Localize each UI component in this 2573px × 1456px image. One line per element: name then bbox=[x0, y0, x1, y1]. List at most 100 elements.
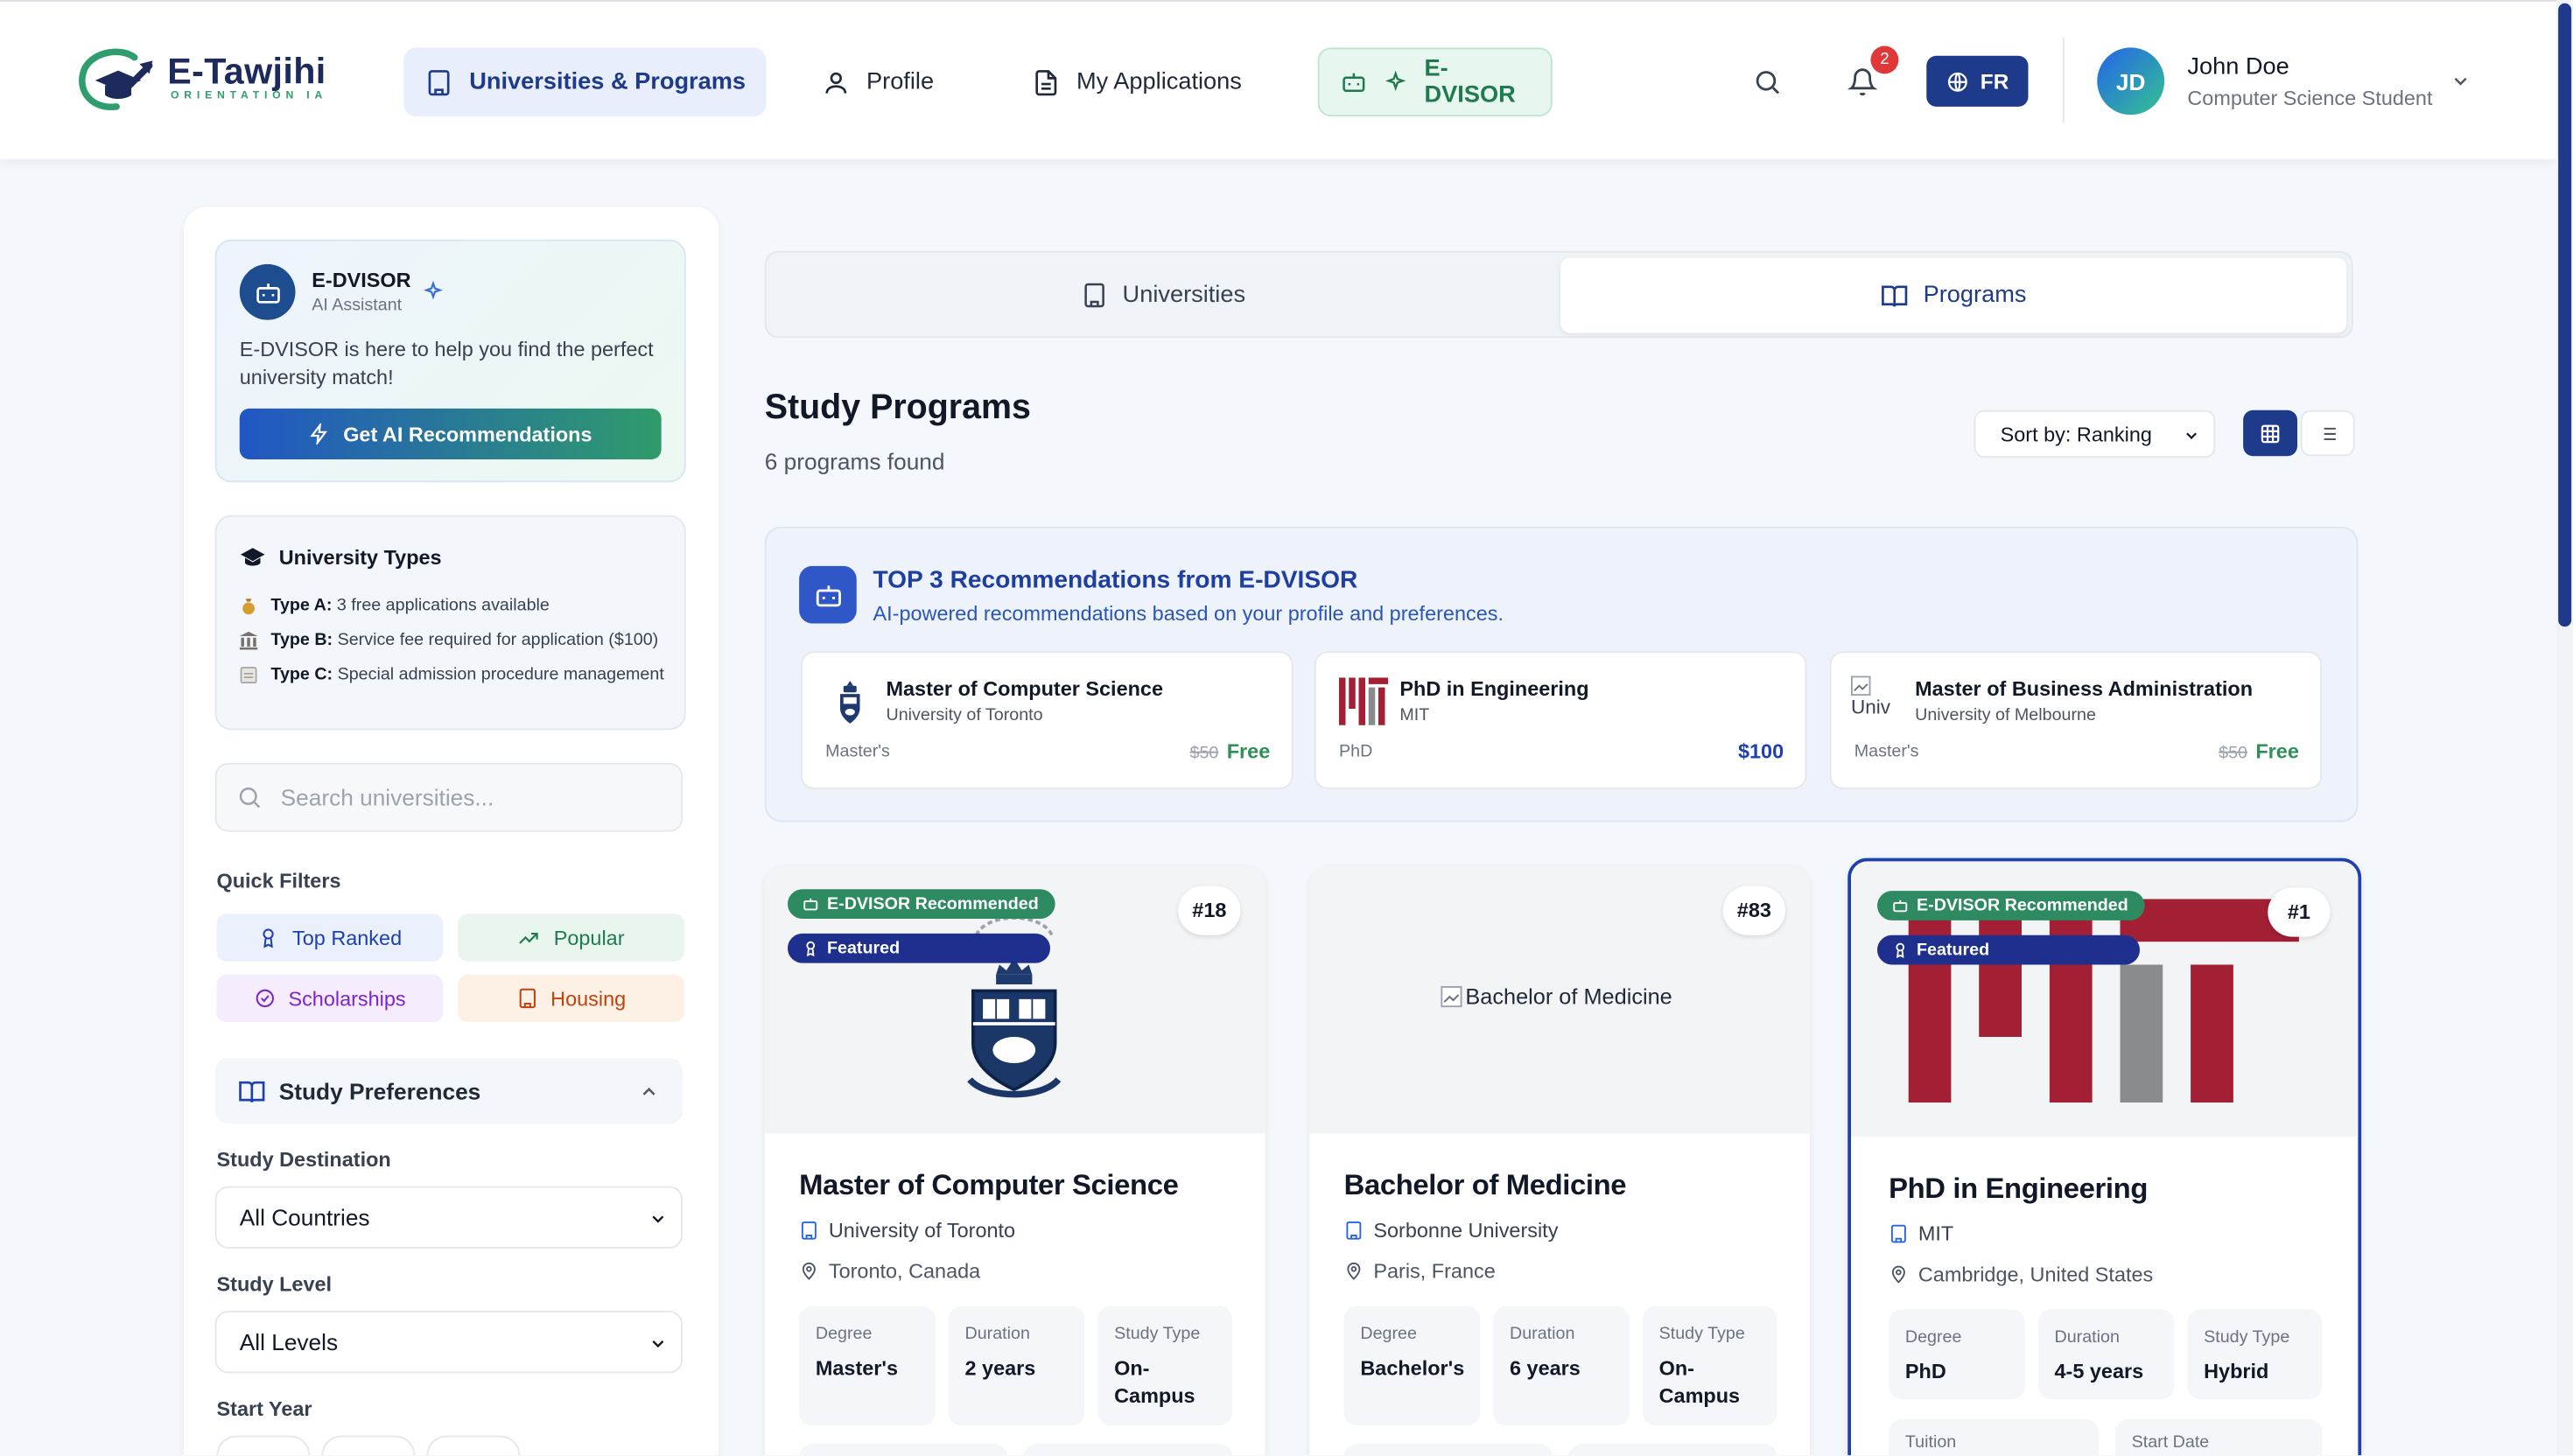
nav-universities-programs[interactable]: Universities & Programs bbox=[403, 47, 768, 117]
recommendation-card[interactable]: PhD in Engineering MIT PhD $100 bbox=[1314, 651, 1807, 789]
building-icon bbox=[1082, 283, 1108, 309]
program-name[interactable]: Bachelor of Medicine bbox=[1344, 1168, 1627, 1202]
view-tabs: Universities Programs bbox=[764, 250, 2353, 339]
study-preferences-toggle[interactable]: Study Preferences bbox=[214, 1058, 683, 1124]
robot-icon bbox=[799, 565, 857, 624]
recommendation-price: $50 Free bbox=[2219, 739, 2299, 763]
recommendation-card[interactable]: Master of Computer Science University of… bbox=[801, 651, 1294, 789]
broken-image-logo: Univ bbox=[1851, 676, 1900, 725]
broken-image-icon bbox=[1851, 676, 1871, 696]
recommendation-card[interactable]: Univ Master of Business Administration U… bbox=[1829, 651, 2323, 789]
recommendations-subtitle: AI-powered recommendations based on your… bbox=[873, 602, 1504, 626]
recommendation-price: $50 Free bbox=[1189, 739, 1271, 763]
rank-badge: #18 bbox=[1178, 886, 1241, 935]
list-icon bbox=[2317, 423, 2338, 444]
lightning-icon bbox=[309, 423, 330, 445]
sparkles-icon bbox=[422, 280, 445, 304]
search-input[interactable] bbox=[277, 782, 662, 813]
edvisor-card: E-DVISOR AI Assistant E-DVISOR is here t… bbox=[214, 239, 686, 483]
user-name[interactable]: John Doe bbox=[2187, 54, 2289, 80]
search-universities[interactable] bbox=[214, 762, 683, 832]
edvisor-name: E-DVISOR bbox=[312, 269, 411, 292]
user-icon bbox=[822, 68, 850, 96]
notification-badge: 2 bbox=[1870, 46, 1899, 74]
nav-label: My Applications bbox=[1076, 68, 1242, 95]
detail-tile bbox=[1343, 1444, 1553, 1456]
program-university: Sorbonne University bbox=[1344, 1219, 1558, 1242]
get-ai-recommendations-button[interactable]: Get AI Recommendations bbox=[239, 408, 662, 459]
nav-label: Universities & Programs bbox=[469, 68, 747, 95]
broken-image-icon bbox=[1441, 985, 1462, 1008]
chevron-up-icon bbox=[638, 1081, 659, 1102]
globe-icon bbox=[1946, 70, 1968, 93]
avatar[interactable]: JD bbox=[2097, 47, 2165, 116]
edvisor-message: E-DVISOR is here to help you find the pe… bbox=[239, 338, 654, 389]
nav-my-applications[interactable]: My Applications bbox=[1011, 47, 1263, 116]
program-location: Paris, France bbox=[1344, 1260, 1496, 1283]
grid-view-button[interactable] bbox=[2243, 410, 2297, 457]
document-icon bbox=[1032, 68, 1060, 96]
recommendation-name: PhD in Engineering bbox=[1399, 677, 1589, 701]
top-header: E-Tawjihi ORIENTATION IA Universities & … bbox=[0, 0, 2557, 159]
filter-top-ranked[interactable]: Top Ranked bbox=[216, 914, 444, 962]
button-label: Get AI Recommendations bbox=[343, 422, 592, 446]
map-pin-icon bbox=[1344, 1262, 1364, 1282]
language-button[interactable]: FR bbox=[1926, 55, 2029, 107]
featured-badge: Featured bbox=[788, 933, 1050, 963]
tab-universities[interactable]: Universities bbox=[769, 257, 1557, 332]
clipboard-icon bbox=[240, 666, 258, 684]
start-year-chip[interactable] bbox=[216, 1435, 311, 1456]
recommended-badge: E-DVISOR Recommended bbox=[1877, 891, 2145, 920]
nav-edvisor[interactable]: E-DVISOR bbox=[1317, 47, 1553, 117]
chevron-down-icon[interactable] bbox=[2450, 71, 2471, 92]
recommendation-degree: Master's bbox=[825, 741, 890, 762]
university-toronto-logo bbox=[840, 681, 860, 724]
user-role: Computer Science Student bbox=[2187, 87, 2433, 110]
recommendation-university: MIT bbox=[1399, 705, 1430, 725]
recommendation-name: Master of Computer Science bbox=[886, 677, 1163, 701]
check-circle-icon bbox=[254, 988, 275, 1009]
list-view-button[interactable] bbox=[2300, 410, 2355, 457]
edvisor-role: AI Assistant bbox=[312, 295, 403, 316]
sort-select[interactable]: Sort by: Ranking bbox=[1974, 410, 2216, 458]
program-card[interactable]: Bachelor of Medicine #83 Bachelor of Med… bbox=[1309, 866, 1811, 1456]
program-card[interactable]: E-DVISOR Recommended Featured #1 PhD in … bbox=[1847, 858, 2362, 1456]
program-card[interactable]: E-DVISOR Recommended Featured #18 Master… bbox=[764, 866, 1265, 1456]
start-year-chip[interactable] bbox=[321, 1435, 416, 1456]
study-destination-label: Study Destination bbox=[216, 1148, 391, 1172]
chevron-down-icon bbox=[2183, 427, 2201, 445]
results-count: 6 programs found bbox=[764, 447, 945, 474]
scrollbar-thumb[interactable] bbox=[2558, 3, 2572, 627]
book-open-icon bbox=[238, 1077, 266, 1105]
filter-housing[interactable]: Housing bbox=[458, 974, 684, 1023]
filter-popular[interactable]: Popular bbox=[458, 914, 684, 962]
chevron-down-icon bbox=[649, 1209, 669, 1229]
study-type-tile: Study Type Hybrid bbox=[2187, 1309, 2323, 1400]
search-icon[interactable] bbox=[1749, 64, 1785, 100]
start-date-tile: Start Date bbox=[2114, 1418, 2323, 1456]
logo-icon bbox=[79, 48, 153, 110]
map-pin-icon bbox=[1889, 1265, 1909, 1285]
program-location: Cambridge, United States bbox=[1889, 1264, 2153, 1286]
start-year-chip[interactable] bbox=[426, 1435, 521, 1456]
study-level-select[interactable]: All Levels bbox=[214, 1311, 683, 1374]
robot-icon bbox=[239, 263, 296, 320]
degree-tile: Degree Master's bbox=[799, 1306, 936, 1426]
program-name[interactable]: Master of Computer Science bbox=[799, 1168, 1179, 1202]
study-destination-select[interactable]: All Countries bbox=[214, 1186, 683, 1249]
university-types-card: University Types Type A: 3 free applicat… bbox=[214, 514, 686, 731]
logo[interactable]: E-Tawjihi ORIENTATION IA bbox=[73, 41, 335, 116]
tab-programs[interactable]: Programs bbox=[1560, 257, 2347, 333]
mit-logo bbox=[1339, 677, 1389, 725]
header-divider bbox=[2062, 38, 2065, 123]
robot-icon bbox=[1892, 898, 1909, 914]
award-icon bbox=[258, 927, 279, 948]
building-icon bbox=[799, 1221, 819, 1241]
robot-icon bbox=[803, 896, 819, 913]
recommendation-name: Master of Business Administration bbox=[1915, 677, 2254, 701]
start-year-label: Start Year bbox=[216, 1397, 312, 1421]
type-c-row: Type C: Special admission procedure mana… bbox=[240, 664, 670, 685]
filter-scholarships[interactable]: Scholarships bbox=[216, 974, 444, 1023]
nav-profile[interactable]: Profile bbox=[801, 47, 955, 116]
program-name[interactable]: PhD in Engineering bbox=[1889, 1172, 2148, 1206]
